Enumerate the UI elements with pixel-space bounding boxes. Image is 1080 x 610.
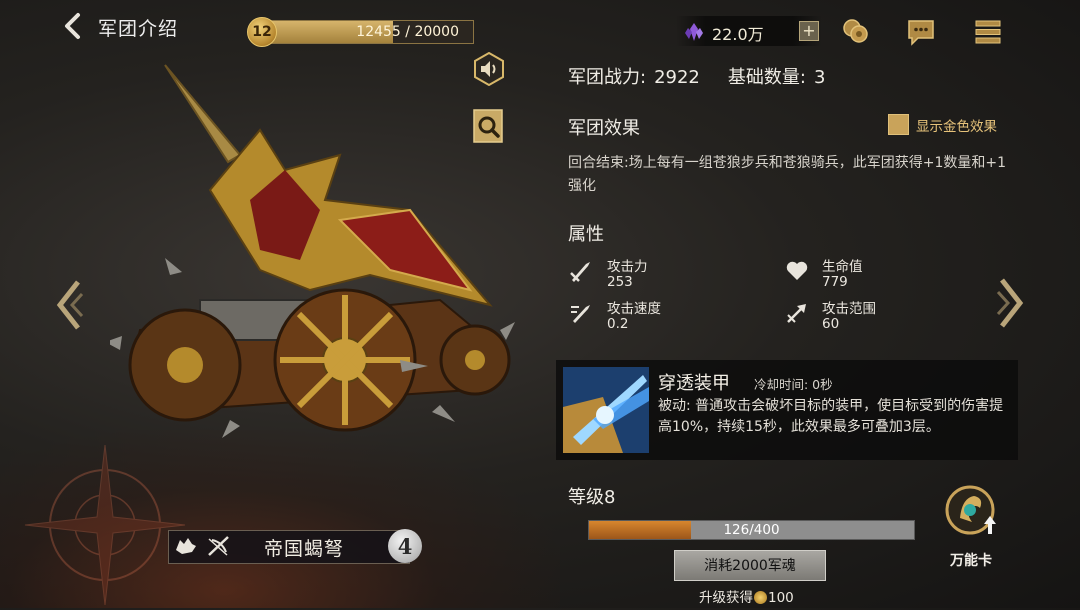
attack-value: 253 bbox=[607, 274, 633, 290]
heart-icon bbox=[786, 261, 808, 280]
coins-icon[interactable] bbox=[840, 16, 870, 46]
skill-cooldown: 冷却时间: 0秒 bbox=[754, 377, 833, 392]
wild-card-icon[interactable] bbox=[944, 482, 1000, 544]
armor-pierce-skill-icon[interactable] bbox=[563, 367, 649, 453]
attack-label: 攻击力 bbox=[607, 259, 648, 275]
compass-decoration bbox=[24, 444, 186, 606]
reward-prefix: 升级获得 bbox=[699, 590, 753, 606]
range-arrow-icon bbox=[787, 304, 806, 323]
base-quantity-value: 3 bbox=[813, 67, 826, 88]
skill-name: 穿透装甲 bbox=[658, 373, 730, 394]
skill-description: 被动: 普通攻击会破坏目标的装甲，使目标受到的伤害提高10%，持续15秒，此效果… bbox=[658, 398, 1004, 435]
previous-unit-button[interactable] bbox=[52, 278, 86, 332]
power-label: 军团战力: bbox=[568, 67, 647, 88]
add-currency-button[interactable]: + bbox=[799, 21, 819, 41]
base-quantity-label: 基础数量: bbox=[727, 67, 806, 88]
chat-icon[interactable] bbox=[906, 17, 936, 47]
range-value: 60 bbox=[822, 316, 840, 332]
back-arrow-icon[interactable] bbox=[62, 12, 84, 40]
attack-speed-label: 攻击速度 bbox=[607, 301, 661, 317]
unit-name: 帝国蝎弩 bbox=[264, 538, 345, 560]
health-value: 779 bbox=[822, 274, 848, 290]
gold-effect-checkbox[interactable] bbox=[888, 114, 909, 135]
wild-card-label[interactable]: 万能卡 bbox=[950, 550, 992, 570]
attack-speed-icon bbox=[571, 305, 590, 323]
upgrade-progress-text: 126/400 bbox=[723, 522, 780, 538]
unit-grade: 等级8 bbox=[568, 487, 616, 508]
effect-description: 回合结束:场上每有一组苍狼步兵和苍狼骑兵，此军团获得+1数量和+1强化 bbox=[568, 155, 1006, 194]
stats-line: 军团战力: 2922 基础数量: 3 bbox=[568, 63, 833, 89]
crossbow-class-icon bbox=[208, 536, 229, 556]
experience-bar: 12455 / 20000 bbox=[262, 20, 474, 44]
health-label: 生命值 bbox=[822, 259, 863, 275]
attributes-title: 属性 bbox=[568, 224, 604, 245]
wolf-faction-icon bbox=[176, 538, 196, 554]
currency-amount: 22.0万 bbox=[712, 25, 764, 44]
page-title: 军团介绍 bbox=[98, 18, 179, 40]
unit-quantity-badge: 4 bbox=[388, 529, 422, 563]
reward-amount: 100 bbox=[768, 590, 794, 606]
effect-title: 军团效果 bbox=[568, 118, 640, 139]
consume-soul-button[interactable]: 消耗2000军魂 bbox=[674, 550, 826, 581]
power-value: 2922 bbox=[654, 67, 700, 88]
experience-text: 12455 / 20000 bbox=[356, 24, 459, 40]
sword-icon bbox=[570, 262, 590, 282]
gold-coin-icon bbox=[754, 591, 767, 604]
player-level-badge: 12 bbox=[247, 17, 277, 47]
range-label: 攻击范围 bbox=[822, 301, 876, 317]
attack-speed-value: 0.2 bbox=[607, 316, 629, 332]
next-unit-button[interactable] bbox=[994, 276, 1028, 330]
upgrade-reward: 升级获得 100 bbox=[699, 586, 794, 606]
siege-crossbow-artwork bbox=[110, 64, 515, 438]
upgrade-progress-bar: 126/400 bbox=[588, 520, 915, 540]
crystal-icon bbox=[685, 23, 703, 41]
gold-effect-label[interactable]: 显示金色效果 bbox=[916, 115, 997, 135]
menu-icon[interactable] bbox=[973, 17, 1003, 47]
